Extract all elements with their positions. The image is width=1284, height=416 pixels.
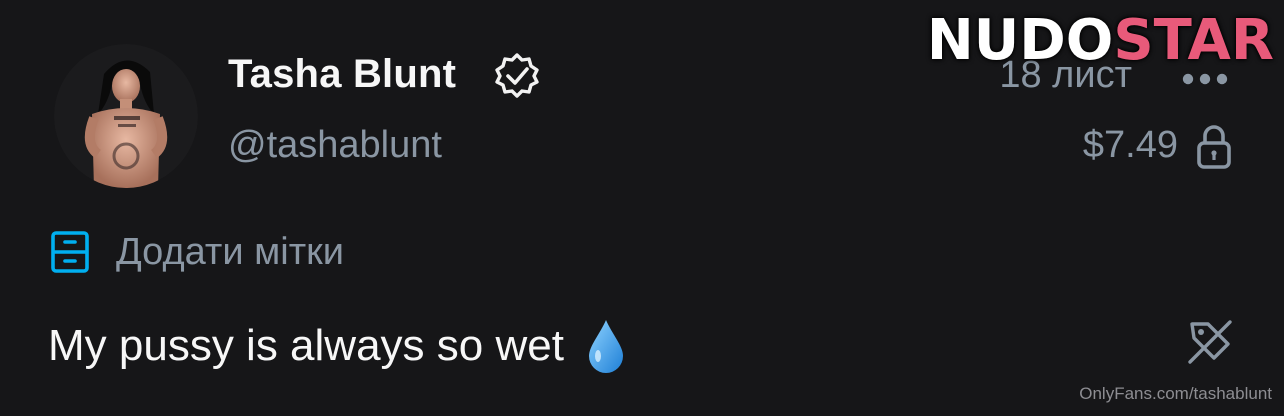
droplet-icon: [588, 320, 623, 373]
lock-icon: [1197, 125, 1231, 169]
watermark-logo: NUDOSTAR: [927, 8, 1274, 73]
post-text: My pussy is always so wet: [48, 318, 626, 374]
add-tags-button[interactable]: Додати мітки: [48, 226, 344, 278]
tag-off-icon[interactable]: [1186, 318, 1234, 366]
add-tags-label: Додати мітки: [116, 230, 344, 273]
username[interactable]: @tashablunt: [228, 124, 442, 167]
display-name[interactable]: Tasha Blunt: [228, 52, 456, 97]
avatar[interactable]: [54, 44, 198, 188]
profile-photo: [54, 44, 198, 188]
watermark-url: OnlyFans.com/tashablunt: [1079, 384, 1272, 403]
watermark-logo-part1: NUDO: [926, 8, 1114, 73]
post-caption: My pussy is always so wet: [48, 321, 564, 370]
watermark-logo-part2: STAR: [1113, 8, 1274, 73]
verified-badge-icon: [495, 53, 539, 98]
tag-drawer-icon: [51, 231, 89, 273]
post-price: $7.49: [1082, 124, 1178, 166]
